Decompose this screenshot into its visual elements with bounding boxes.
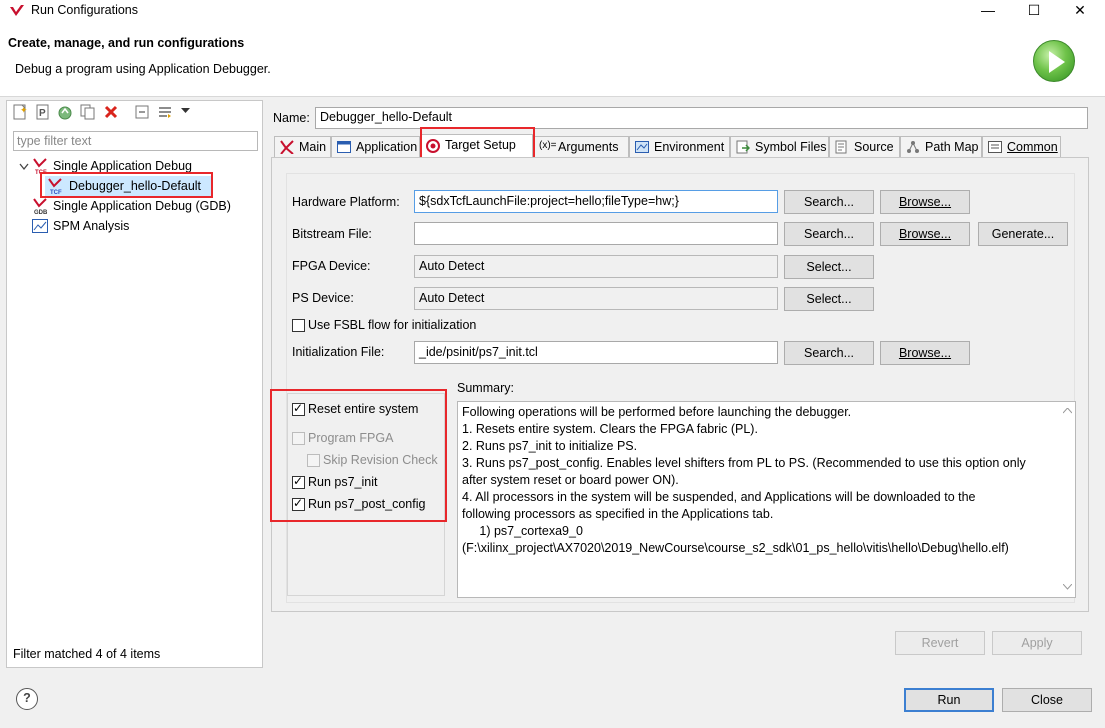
tab-path-map[interactable]: Path Map xyxy=(900,136,982,158)
delete-config-icon[interactable] xyxy=(103,104,119,120)
init-file-input[interactable]: _ide/psinit/ps7_init.tcl xyxy=(414,341,778,364)
highlight-box-tree-item xyxy=(40,172,213,198)
arguments-icon: (x)= xyxy=(539,140,557,151)
tree-item-single-application-debug-gdb[interactable]: Single Application Debug (GDB) xyxy=(53,199,231,213)
tab-application[interactable]: Application xyxy=(331,136,420,158)
fpga-device-label: FPGA Device: xyxy=(292,259,371,273)
bitstream-generate-button[interactable]: Generate... xyxy=(978,222,1068,246)
tab-main[interactable]: Main xyxy=(274,136,331,158)
path-map-icon xyxy=(907,141,919,153)
summary-line: 1) ps7_cortexa9_0 xyxy=(462,524,583,538)
tab-environment[interactable]: Environment xyxy=(629,136,730,158)
tab-source[interactable]: Source xyxy=(829,136,900,158)
filter-icon[interactable] xyxy=(157,104,173,120)
hw-platform-label: Hardware Platform: xyxy=(292,195,400,209)
svg-text:GDB: GDB xyxy=(34,210,48,215)
tab-path-map-label: Path Map xyxy=(925,140,979,154)
svg-text:✦: ✦ xyxy=(20,105,28,115)
tab-symbol-files-label: Symbol Files xyxy=(755,140,827,154)
summary-line: 2. Runs ps7_init to initialize PS. xyxy=(462,439,638,453)
close-window-button[interactable]: ✕ xyxy=(1057,0,1103,22)
header-title: Create, manage, and run configurations xyxy=(8,36,245,50)
init-file-browse-button[interactable]: Browse... xyxy=(880,341,970,365)
tab-environment-label: Environment xyxy=(654,140,725,154)
ps-device-select-button[interactable]: Select... xyxy=(784,287,874,311)
tab-symbol-files[interactable]: Symbol Files xyxy=(730,136,829,158)
run-button[interactable]: Run xyxy=(904,688,994,712)
tab-main-label: Main xyxy=(299,140,327,154)
bitstream-browse-button[interactable]: Browse... xyxy=(880,222,970,246)
summary-line: (F:\xilinx_project\AX7020\2019_NewCourse… xyxy=(462,541,1009,555)
window-title: Run Configurations xyxy=(31,3,139,17)
summary-line: following processors as specified in the… xyxy=(462,507,774,521)
tab-common[interactable]: Common xyxy=(982,136,1061,158)
environment-icon xyxy=(635,141,649,153)
hw-platform-input[interactable]: ${sdxTcfLaunchFile:project=hello;fileTyp… xyxy=(414,190,778,213)
view-menu-chevron-icon[interactable] xyxy=(181,108,190,114)
duplicate-config-icon[interactable] xyxy=(80,104,96,120)
init-file-label: Initialization File: xyxy=(292,345,385,359)
init-file-search-button[interactable]: Search... xyxy=(784,341,874,365)
tab-arguments-label: Arguments xyxy=(558,140,619,154)
tab-application-label: Application xyxy=(356,140,418,154)
config-name-input[interactable]: Debugger_hello-Default xyxy=(315,107,1088,129)
header-description: Debug a program using Application Debugg… xyxy=(15,62,271,76)
filter-status-text: Filter matched 4 of 4 items xyxy=(13,647,161,661)
revert-button[interactable]: Revert xyxy=(895,631,985,655)
summary-line: Following operations will be performed b… xyxy=(462,405,852,419)
help-icon[interactable]: ? xyxy=(16,688,38,710)
window-icon xyxy=(337,141,351,153)
name-label: Name: xyxy=(273,111,310,125)
bitstream-label: Bitstream File: xyxy=(292,227,372,241)
tree-item-spm-analysis[interactable]: SPM Analysis xyxy=(53,219,129,233)
spm-chart-icon xyxy=(32,219,48,233)
tree-item-single-application-debug[interactable]: Single Application Debug xyxy=(53,159,192,173)
collapse-all-icon[interactable] xyxy=(134,104,150,120)
tab-common-label: Common xyxy=(1007,140,1058,154)
summary-line: 1. Resets entire system. Clears the FPGA… xyxy=(462,422,758,436)
summary-line: 3. Runs ps7_post_config. Enables level s… xyxy=(462,456,1026,470)
xilinx-icon xyxy=(280,140,294,154)
export-config-icon[interactable] xyxy=(57,104,73,120)
xilinx-logo-icon xyxy=(10,5,24,16)
scroll-up-icon[interactable] xyxy=(1063,408,1072,414)
ps-device-field: Auto Detect xyxy=(414,287,778,310)
title-bar: Run Configurations — ☐ ✕ xyxy=(0,0,1105,22)
config-tabs: Main Application Target Setup (x)= Argum… xyxy=(271,134,1089,158)
ps-device-label: PS Device: xyxy=(292,291,354,305)
fsbl-checkbox[interactable] xyxy=(292,319,305,332)
tab-source-label: Source xyxy=(854,140,894,154)
hw-platform-browse-button[interactable]: Browse... xyxy=(880,190,970,214)
minimize-button[interactable]: — xyxy=(965,0,1011,22)
fpga-device-field: Auto Detect xyxy=(414,255,778,278)
common-icon xyxy=(988,141,1002,153)
bitstream-input[interactable] xyxy=(414,222,778,245)
fsbl-checkbox-label: Use FSBL flow for initialization xyxy=(308,318,477,332)
source-icon xyxy=(835,140,847,154)
apply-button[interactable]: Apply xyxy=(992,631,1082,655)
bitstream-search-button[interactable]: Search... xyxy=(784,222,874,246)
dialog-header: Create, manage, and run configurations D… xyxy=(0,22,1105,97)
hw-platform-search-button[interactable]: Search... xyxy=(784,190,874,214)
svg-text:P: P xyxy=(39,108,46,119)
close-button[interactable]: Close xyxy=(1002,688,1092,712)
tab-arguments[interactable]: (x)= Arguments xyxy=(533,136,629,158)
filter-input[interactable]: type filter text xyxy=(13,131,258,151)
symbol-files-icon xyxy=(736,140,750,154)
maximize-button[interactable]: ☐ xyxy=(1011,0,1057,22)
fpga-device-select-button[interactable]: Select... xyxy=(784,255,874,279)
scroll-down-icon[interactable] xyxy=(1063,584,1072,590)
chevron-down-icon[interactable] xyxy=(19,162,29,172)
summary-text-area[interactable]: Following operations will be performed b… xyxy=(457,401,1076,598)
summary-label: Summary: xyxy=(457,381,514,395)
summary-line: after system reset or board power ON). xyxy=(462,473,679,487)
xilinx-gdb-icon: GDB xyxy=(33,198,48,215)
new-config-icon[interactable]: ✦ xyxy=(12,104,28,120)
run-banner-icon xyxy=(1033,40,1075,82)
summary-scrollbar[interactable] xyxy=(1059,402,1075,597)
summary-line: 4. All processors in the system will be … xyxy=(462,490,976,504)
highlight-box-options xyxy=(270,389,447,522)
new-prototype-icon[interactable]: P xyxy=(35,104,51,120)
